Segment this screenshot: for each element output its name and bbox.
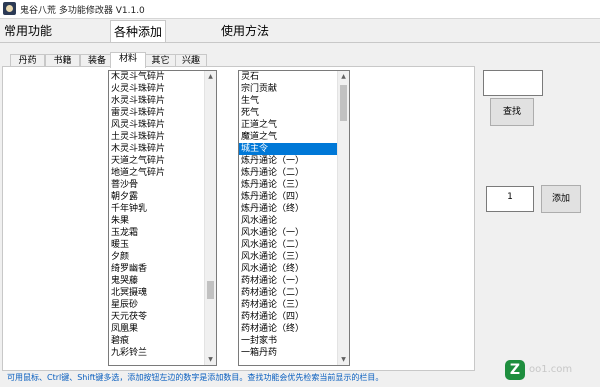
- list-item[interactable]: 正道之气: [239, 119, 349, 131]
- list-item[interactable]: 鬼哭藤: [109, 275, 216, 287]
- quantity-input[interactable]: 1: [486, 186, 534, 212]
- materials-scrollbar[interactable]: ▲ ▼: [204, 71, 216, 365]
- list-item[interactable]: 玉龙霜: [109, 227, 216, 239]
- tab-divider: [0, 42, 600, 43]
- list-item[interactable]: 炼丹通论（四）: [239, 191, 349, 203]
- list-item[interactable]: 风水通论（一）: [239, 227, 349, 239]
- list-item[interactable]: 炼丹通论（终）: [239, 203, 349, 215]
- list-item[interactable]: 药材通论（终）: [239, 323, 349, 335]
- list-item[interactable]: 风水通论（三）: [239, 251, 349, 263]
- list-item[interactable]: 九彩铃兰: [109, 347, 216, 359]
- list-item[interactable]: 药材通论（三）: [239, 299, 349, 311]
- list-item[interactable]: 药材通论（一）: [239, 275, 349, 287]
- list-item[interactable]: 魔道之气: [239, 131, 349, 143]
- list-item[interactable]: 一箱丹药: [239, 347, 349, 359]
- search-input[interactable]: [483, 70, 543, 96]
- list-item[interactable]: 绮罗幽香: [109, 263, 216, 275]
- list-item[interactable]: 风灵斗珠碎片: [109, 119, 216, 131]
- scroll-down-icon[interactable]: ▼: [205, 354, 216, 365]
- list-item[interactable]: 炼丹通论（一）: [239, 155, 349, 167]
- scroll-thumb[interactable]: [340, 85, 347, 121]
- watermark-logo-icon: Z: [505, 360, 525, 380]
- list-item[interactable]: 暖玉: [109, 239, 216, 251]
- list-item[interactable]: 星辰砂: [109, 299, 216, 311]
- list-item[interactable]: 灵石: [239, 71, 349, 83]
- list-item[interactable]: 木灵斗珠碎片: [109, 143, 216, 155]
- scroll-up-icon[interactable]: ▲: [205, 71, 216, 82]
- list-item[interactable]: 夕颜: [109, 251, 216, 263]
- list-item[interactable]: 水灵斗珠碎片: [109, 95, 216, 107]
- list-item[interactable]: 炼丹通论（三）: [239, 179, 349, 191]
- items-scrollbar[interactable]: ▲ ▼: [337, 71, 349, 365]
- tab-usage[interactable]: 使用方法: [218, 20, 272, 42]
- list-item[interactable]: 炼丹通论（二）: [239, 167, 349, 179]
- items-items: 灵石 宗门贡献 生气 死气 正道之气 魔道之气 城主令 炼丹通论（一） 炼丹通论（二） 炼丹通论（…: [239, 71, 349, 359]
- watermark-text: oo1.com: [529, 364, 573, 375]
- items-listbox[interactable]: 灵石 宗门贡献 生气 死气 正道之气 魔道之气 城主令 炼丹通论（一） 炼丹通论（二） 炼丹通论（…: [238, 70, 350, 366]
- scroll-thumb[interactable]: [207, 281, 214, 299]
- materials-items: 木灵斗气碎片 火灵斗珠碎片 水灵斗珠碎片 雷灵斗珠碎片 风灵斗珠碎片 土灵斗珠碎片 木灵斗珠…: [109, 71, 216, 359]
- scroll-up-icon[interactable]: ▲: [338, 71, 349, 82]
- scroll-down-icon[interactable]: ▼: [338, 354, 349, 365]
- app-icon: [3, 2, 16, 15]
- list-item[interactable]: 火灵斗珠碎片: [109, 83, 216, 95]
- list-item[interactable]: 北冥摄魂: [109, 287, 216, 299]
- list-item[interactable]: 朱果: [109, 215, 216, 227]
- list-item[interactable]: 雷灵斗珠碎片: [109, 107, 216, 119]
- list-item[interactable]: 木灵斗气碎片: [109, 71, 216, 83]
- list-item[interactable]: 药材通论（二）: [239, 287, 349, 299]
- list-item[interactable]: 宗门贡献: [239, 83, 349, 95]
- list-item[interactable]: 凤凰果: [109, 323, 216, 335]
- tab-various-add[interactable]: 各种添加: [110, 20, 166, 43]
- search-button[interactable]: 查找: [490, 98, 534, 126]
- list-item[interactable]: 朝夕露: [109, 191, 216, 203]
- add-button[interactable]: 添加: [541, 185, 581, 213]
- list-item[interactable]: 死气: [239, 107, 349, 119]
- list-item[interactable]: 风水通论（二）: [239, 239, 349, 251]
- list-item[interactable]: 一封家书: [239, 335, 349, 347]
- list-item[interactable]: 土灵斗珠碎片: [109, 131, 216, 143]
- list-item[interactable]: 城主令: [239, 143, 349, 155]
- materials-listbox[interactable]: 木灵斗气碎片 火灵斗珠碎片 水灵斗珠碎片 雷灵斗珠碎片 风灵斗珠碎片 土灵斗珠碎片 木灵斗珠…: [108, 70, 217, 366]
- window-title: 鬼谷八荒 多功能修改器 V1.1.0: [20, 6, 145, 16]
- title-bar: 鬼谷八荒 多功能修改器 V1.1.0: [0, 0, 600, 19]
- tab-common-functions[interactable]: 常用功能: [2, 20, 54, 42]
- list-item[interactable]: 风水通论: [239, 215, 349, 227]
- list-item[interactable]: 天元茯苓: [109, 311, 216, 323]
- subtab-materials[interactable]: 材料: [110, 52, 146, 68]
- list-item[interactable]: 风水通论（终）: [239, 263, 349, 275]
- list-item[interactable]: 生气: [239, 95, 349, 107]
- list-item[interactable]: 地道之气碎片: [109, 167, 216, 179]
- list-item[interactable]: 碧痕: [109, 335, 216, 347]
- list-item[interactable]: 千年钟乳: [109, 203, 216, 215]
- list-item[interactable]: 药材通论（四）: [239, 311, 349, 323]
- list-item[interactable]: 菩沙骨: [109, 179, 216, 191]
- list-item[interactable]: 天道之气碎片: [109, 155, 216, 167]
- status-text: 可用鼠标、Ctrl键、Shift键多选，添加按钮左边的数字是添加数目。查找功能会…: [7, 373, 384, 382]
